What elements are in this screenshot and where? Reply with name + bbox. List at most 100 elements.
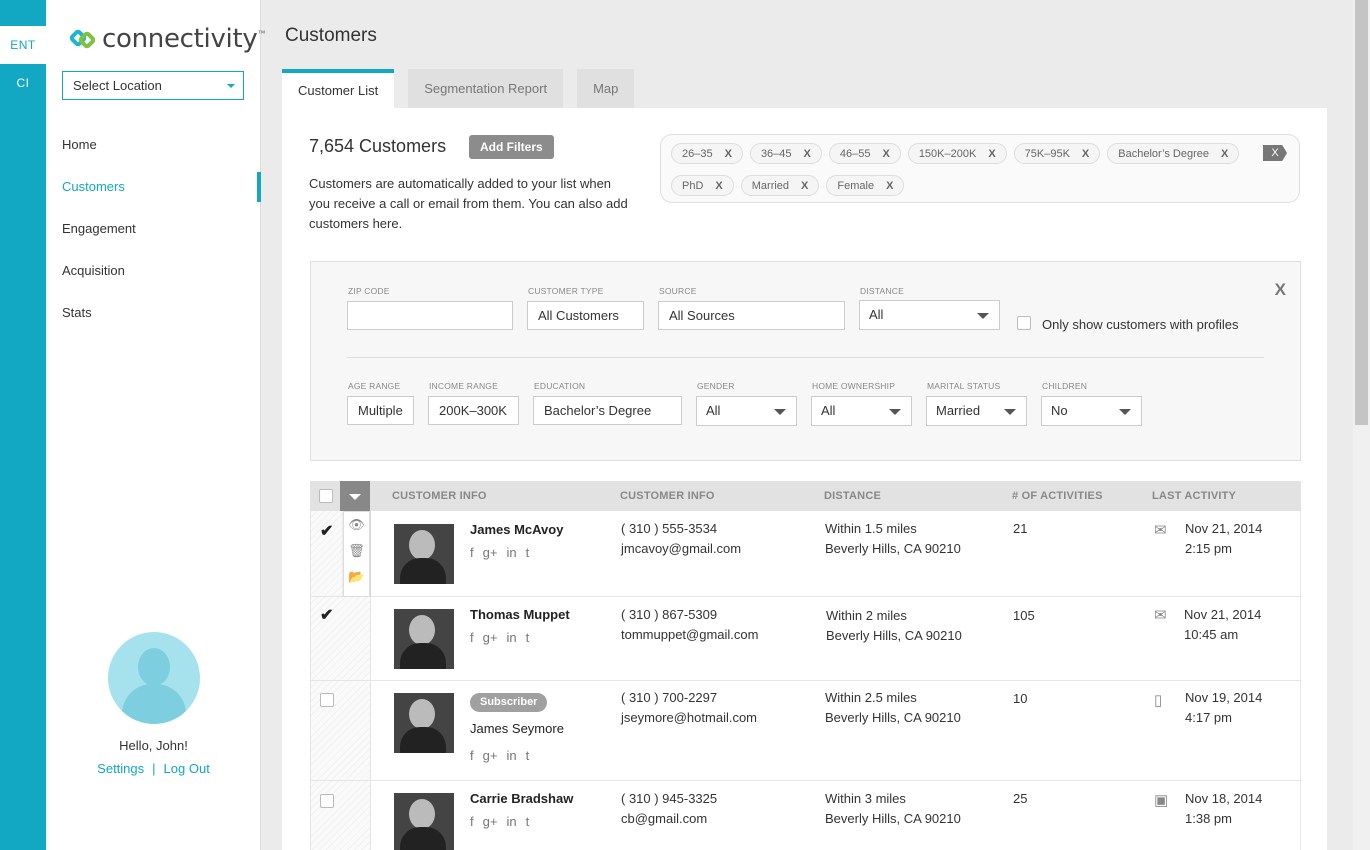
customer-email[interactable]: tommuppet@gmail.com bbox=[621, 625, 758, 645]
facebook-icon[interactable]: f bbox=[470, 630, 474, 645]
sidebar-item-home[interactable]: Home bbox=[46, 130, 261, 172]
customer-photo[interactable] bbox=[394, 609, 454, 669]
brand-logo[interactable]: connectivity ™ bbox=[68, 24, 265, 54]
logout-link[interactable]: Log Out bbox=[164, 761, 210, 776]
customer-name[interactable]: Thomas Muppet bbox=[470, 607, 570, 622]
income-range-field[interactable]: 200K–300K bbox=[428, 396, 519, 425]
tab-customer-list[interactable]: Customer List bbox=[282, 69, 395, 108]
column-header-activities[interactable]: # OF ACTIVITIES bbox=[1012, 490, 1103, 502]
sidebar-item-acquisition[interactable]: Acquisition bbox=[46, 256, 261, 298]
age-range-field[interactable]: Multiple bbox=[347, 396, 414, 425]
facebook-icon[interactable]: f bbox=[470, 814, 474, 829]
customer-email[interactable]: jmcavoy@gmail.com bbox=[621, 539, 741, 559]
row-checkbox-checked[interactable]: ✔ bbox=[320, 521, 333, 541]
remove-chip-button[interactable]: X bbox=[1221, 148, 1228, 160]
twitter-icon[interactable]: t bbox=[526, 630, 530, 645]
social-links: f g+ in t bbox=[470, 545, 529, 560]
scrollbar-thumb[interactable] bbox=[1355, 0, 1368, 425]
twitter-icon[interactable]: t bbox=[526, 814, 530, 829]
google-plus-icon[interactable]: g+ bbox=[483, 748, 498, 763]
filter-chip: 46–55 X bbox=[828, 143, 901, 164]
education-label: EDUCATION bbox=[534, 381, 586, 391]
customer-photo[interactable] bbox=[394, 524, 454, 584]
customer-name[interactable]: Carrie Bradshaw bbox=[470, 791, 573, 806]
row-checkbox[interactable] bbox=[320, 794, 334, 808]
only-profiles-checkbox[interactable] bbox=[1017, 316, 1031, 330]
column-header-last-activity[interactable]: LAST ACTIVITY bbox=[1152, 490, 1236, 502]
source-field[interactable]: All Sources bbox=[658, 301, 845, 330]
last-activity: Nov 21, 2014 10:45 am bbox=[1184, 605, 1261, 645]
customer-photo[interactable] bbox=[394, 693, 454, 753]
linkedin-icon[interactable]: in bbox=[506, 630, 516, 645]
city-value: Beverly Hills, CA 90210 bbox=[825, 541, 961, 556]
customer-type-field[interactable]: All Customers bbox=[527, 301, 644, 330]
remove-chip-button[interactable]: X bbox=[715, 180, 722, 192]
column-header-distance[interactable]: DISTANCE bbox=[824, 490, 881, 502]
activity-date: Nov 21, 2014 bbox=[1184, 607, 1262, 622]
clear-all-filters-button[interactable]: X bbox=[1263, 145, 1287, 161]
remove-chip-button[interactable]: X bbox=[886, 180, 893, 192]
active-filter-chips: 26–35 X 36–45 X 46–55 X 150K–200K X 75K–95K X Bach… bbox=[660, 134, 1300, 203]
rail-item-ci[interactable]: CI bbox=[0, 64, 46, 102]
remove-chip-button[interactable]: X bbox=[988, 148, 995, 160]
avatar[interactable] bbox=[107, 632, 200, 724]
folder-icon[interactable]: 📂 bbox=[344, 564, 369, 590]
row-checkbox-checked[interactable]: ✔ bbox=[320, 605, 333, 625]
customer-photo[interactable] bbox=[394, 793, 454, 850]
customer-name[interactable]: James McAvoy bbox=[470, 522, 563, 537]
home-ownership-select[interactable]: All bbox=[811, 396, 912, 426]
tab-segmentation-report[interactable]: Segmentation Report bbox=[408, 69, 564, 108]
sidebar-item-stats[interactable]: Stats bbox=[46, 298, 261, 340]
marital-status-select[interactable]: Married bbox=[926, 396, 1027, 426]
column-header-customer-contact[interactable]: CUSTOMER INFO bbox=[620, 490, 715, 502]
facebook-icon[interactable]: f bbox=[470, 545, 474, 560]
marital-status-label: MARITAL STATUS bbox=[927, 381, 1001, 391]
table-row[interactable]: Subscriber James Seymore f g+ in t ( 310 ) … bbox=[310, 681, 1301, 781]
add-filters-button[interactable]: Add Filters bbox=[469, 135, 554, 159]
twitter-icon[interactable]: t bbox=[526, 545, 530, 560]
trash-icon[interactable]: 🗑 bbox=[344, 538, 369, 564]
close-filters-button[interactable]: X bbox=[1275, 280, 1286, 300]
customer-email[interactable]: jseymore@hotmail.com bbox=[621, 708, 757, 728]
table-row[interactable]: Carrie Bradshaw f g+ in t ( 310 ) 945-3325 c… bbox=[310, 781, 1301, 850]
page-scrollbar[interactable] bbox=[1353, 0, 1370, 850]
remove-chip-button[interactable]: X bbox=[1082, 148, 1089, 160]
zip-code-input[interactable] bbox=[347, 301, 513, 330]
customer-phone: ( 310 ) 867-5309 bbox=[621, 607, 718, 622]
sidebar-item-customers[interactable]: Customers bbox=[46, 172, 261, 214]
filter-chip: 75K–95K X bbox=[1013, 143, 1101, 164]
table-row[interactable]: ✔ 👁 🗑 📂 James McAvoy f g+ in t ( 310 ) 555-… bbox=[310, 511, 1301, 597]
location-select[interactable]: Select Location bbox=[62, 71, 244, 100]
column-header-customer-info[interactable]: CUSTOMER INFO bbox=[392, 490, 487, 502]
children-select[interactable]: No bbox=[1041, 396, 1142, 426]
logo-mark-icon bbox=[68, 28, 97, 50]
bulk-actions-dropdown[interactable] bbox=[340, 481, 370, 511]
remove-chip-button[interactable]: X bbox=[725, 148, 732, 160]
twitter-icon[interactable]: t bbox=[526, 748, 530, 763]
view-eye-icon[interactable]: 👁 bbox=[344, 512, 369, 538]
education-field[interactable]: Bachelor’s Degree bbox=[533, 396, 682, 425]
select-all-checkbox[interactable] bbox=[319, 489, 333, 503]
google-plus-icon[interactable]: g+ bbox=[483, 545, 498, 560]
linkedin-icon[interactable]: in bbox=[506, 748, 516, 763]
settings-link[interactable]: Settings bbox=[97, 761, 144, 776]
rail-item-ent[interactable]: ENT bbox=[0, 26, 46, 64]
remove-chip-button[interactable]: X bbox=[882, 148, 889, 160]
sidebar-item-engagement[interactable]: Engagement bbox=[46, 214, 261, 256]
facebook-icon[interactable]: f bbox=[470, 748, 474, 763]
google-plus-icon[interactable]: g+ bbox=[483, 814, 498, 829]
table-row[interactable]: ✔ Thomas Muppet f g+ in t ( 310 ) 867-5309 t… bbox=[310, 597, 1301, 681]
linkedin-icon[interactable]: in bbox=[506, 545, 516, 560]
row-checkbox[interactable] bbox=[320, 693, 334, 707]
remove-chip-button[interactable]: X bbox=[804, 148, 811, 160]
gender-select[interactable]: All bbox=[696, 396, 797, 426]
google-plus-icon[interactable]: g+ bbox=[483, 630, 498, 645]
app-rail: ENT CI bbox=[0, 0, 46, 850]
remove-chip-button[interactable]: X bbox=[801, 180, 808, 192]
linkedin-icon[interactable]: in bbox=[506, 814, 516, 829]
customer-name[interactable]: James Seymore bbox=[470, 721, 564, 736]
distance-select[interactable]: All bbox=[859, 300, 1000, 330]
filter-chip: PhD X bbox=[671, 175, 734, 196]
customer-email[interactable]: cb@gmail.com bbox=[621, 809, 717, 829]
tab-map[interactable]: Map bbox=[577, 69, 635, 108]
